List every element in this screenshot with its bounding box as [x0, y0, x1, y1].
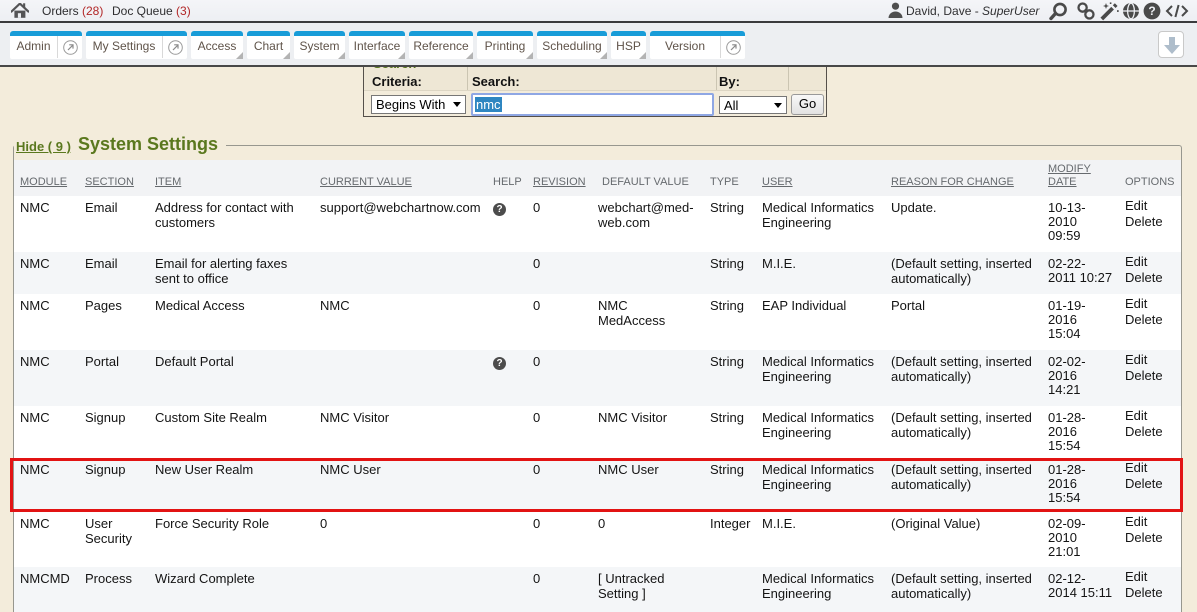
svg-text:?: ? — [1148, 4, 1155, 18]
